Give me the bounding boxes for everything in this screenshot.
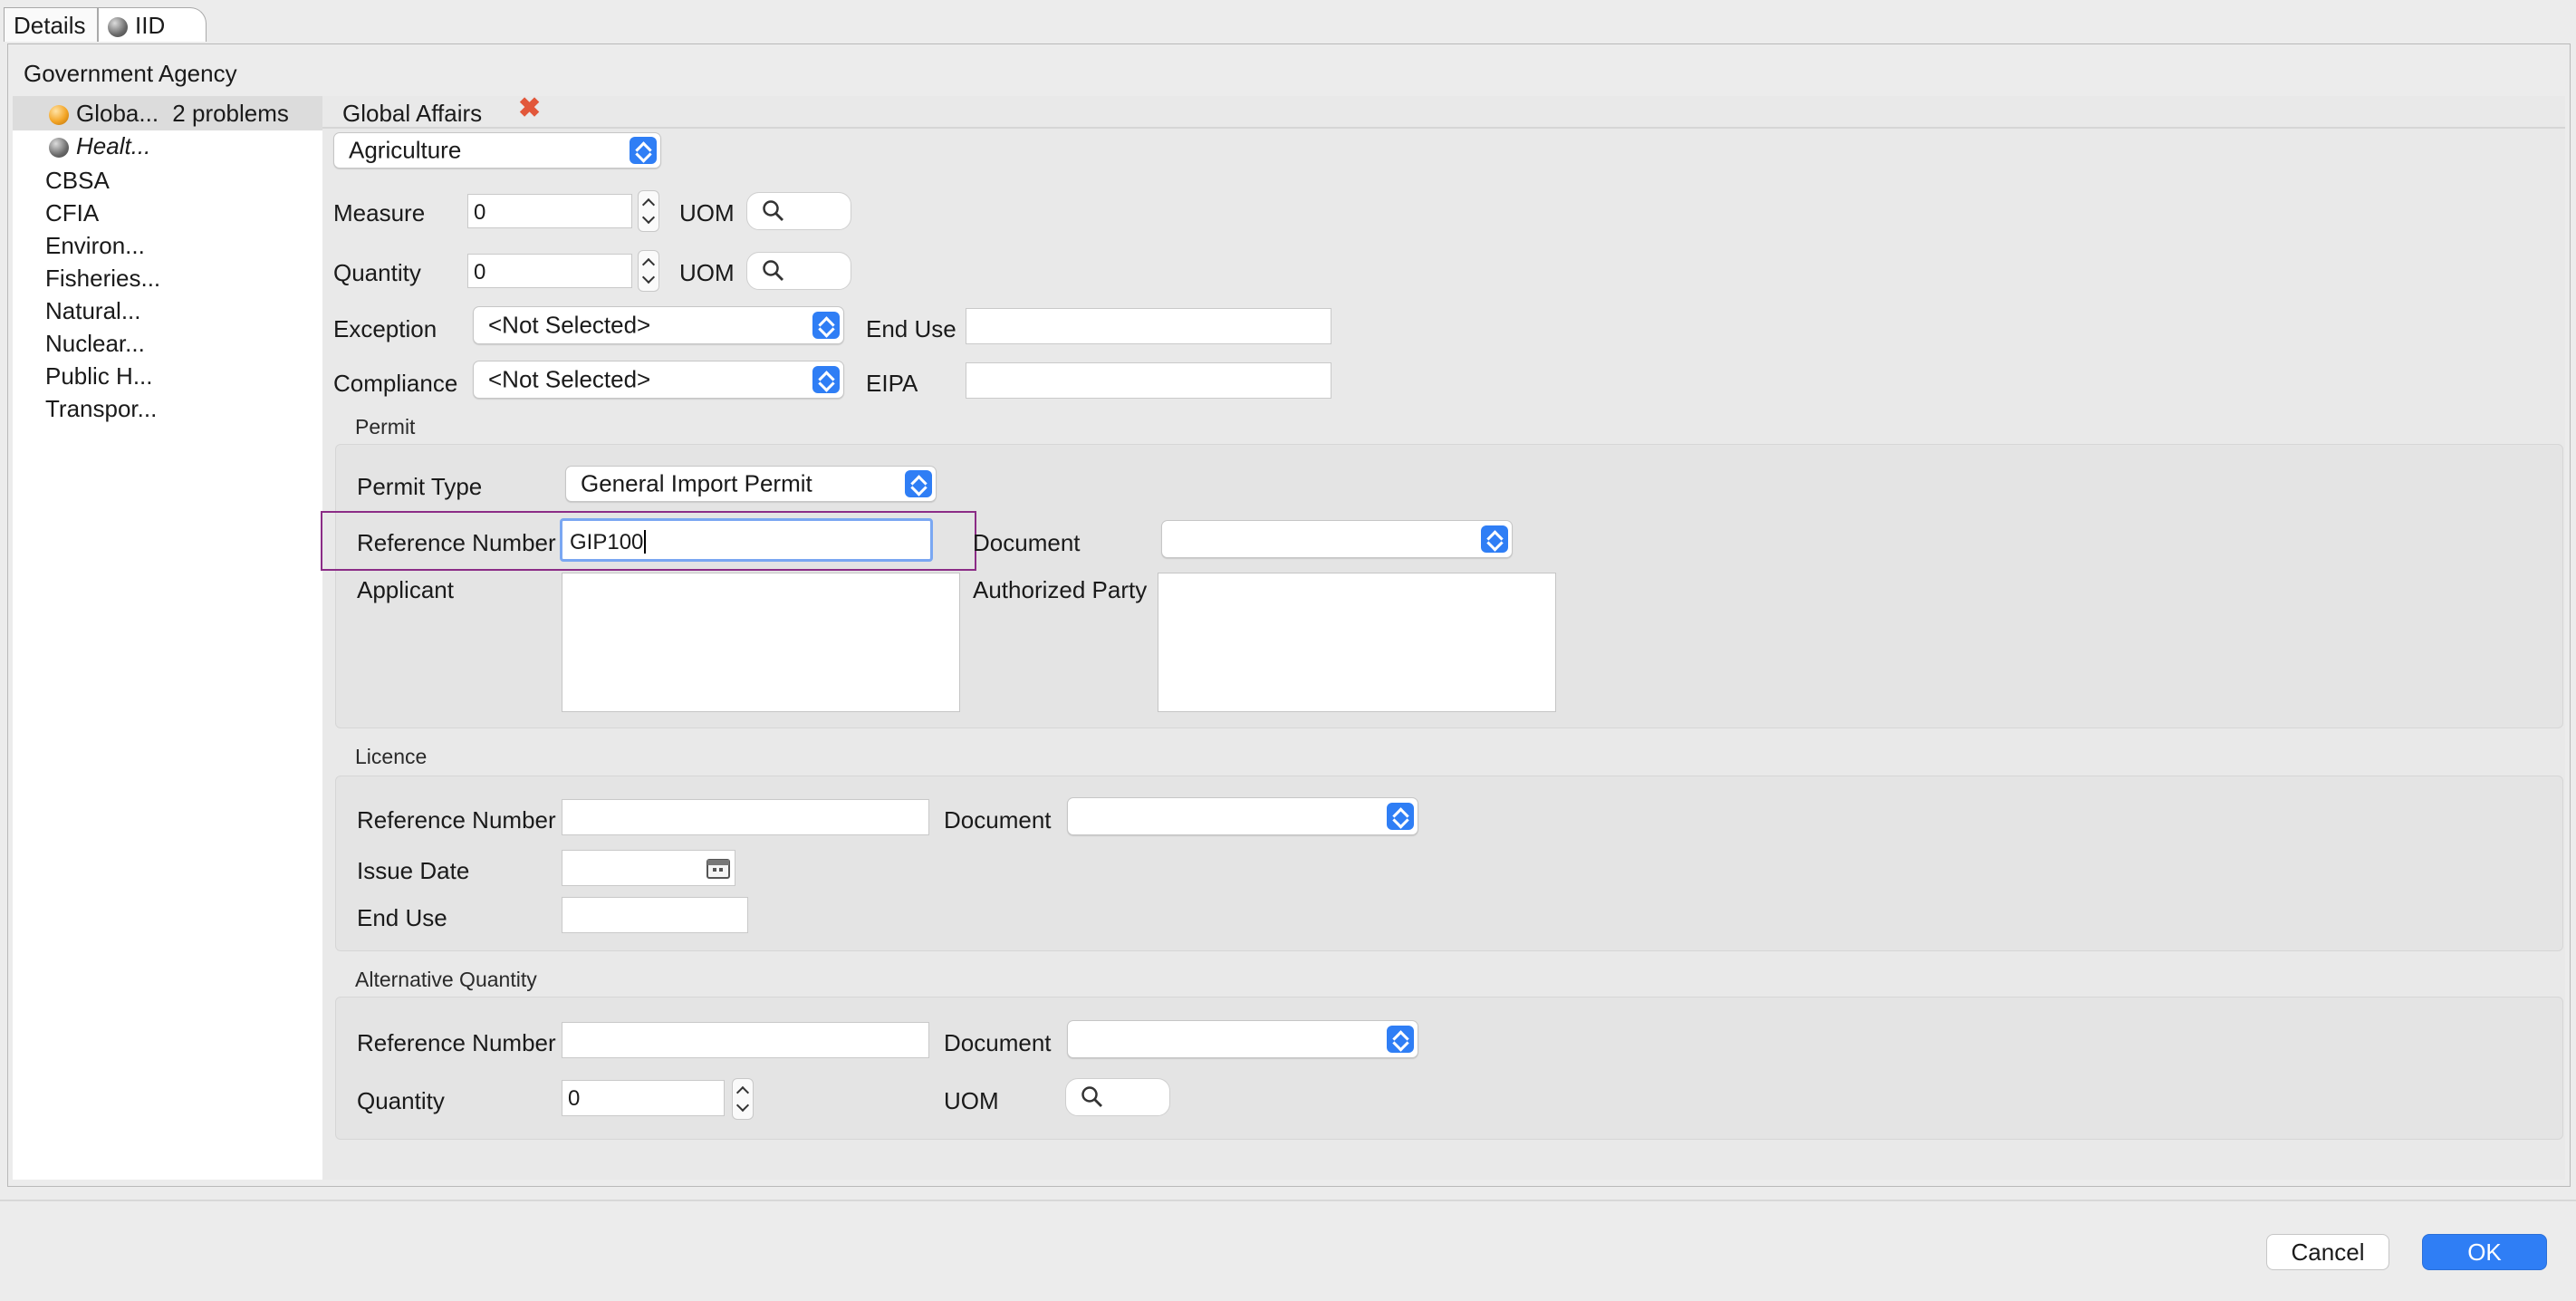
quantity-label: Quantity bbox=[333, 259, 421, 286]
authorized-party-label: Authorized Party bbox=[973, 576, 1148, 603]
permit-type-value: General Import Permit bbox=[581, 469, 812, 497]
compliance-select[interactable]: <Not Selected> bbox=[473, 361, 844, 399]
applicant-textarea[interactable] bbox=[562, 573, 960, 712]
compliance-select-value: <Not Selected> bbox=[488, 365, 651, 393]
alt-quantity-group-label: Alternative Quantity bbox=[355, 968, 537, 991]
title-divider bbox=[322, 127, 2565, 129]
measure-uom-search[interactable] bbox=[746, 192, 851, 230]
gem-icon bbox=[108, 17, 128, 38]
sidebar-item-fisheries[interactable]: Fisheries... bbox=[45, 265, 160, 293]
tab-details-label: Details bbox=[14, 12, 86, 39]
page-title: Global Affairs bbox=[342, 100, 483, 127]
sidebar-item-label: Healt... bbox=[76, 132, 151, 159]
licence-document-select[interactable] bbox=[1067, 797, 1418, 835]
tab-bar: Details IID bbox=[0, 0, 2576, 43]
chevron-updown-icon bbox=[812, 312, 840, 339]
exception-select[interactable]: <Not Selected> bbox=[473, 306, 844, 344]
chevron-updown-icon bbox=[630, 137, 657, 164]
licence-end-use-field[interactable] bbox=[562, 897, 748, 933]
licence-document-label: Document bbox=[944, 806, 1052, 834]
permit-group-label: Permit bbox=[355, 415, 416, 438]
permit-type-select[interactable]: General Import Permit bbox=[565, 466, 937, 502]
alt-uom-search[interactable] bbox=[1065, 1078, 1170, 1116]
sidebar-item-public-health[interactable]: Public H... bbox=[45, 362, 153, 390]
permit-reference-field[interactable]: GIP100 bbox=[560, 518, 933, 562]
sidebar-item-transport[interactable]: Transpor... bbox=[45, 395, 157, 423]
end-use-field[interactable] bbox=[966, 308, 1331, 344]
alt-quantity-label: Quantity bbox=[357, 1087, 445, 1114]
ok-button[interactable]: OK bbox=[2422, 1234, 2547, 1270]
alt-reference-field[interactable] bbox=[562, 1022, 929, 1058]
tab-iid[interactable]: IID bbox=[98, 7, 207, 42]
footer-divider bbox=[0, 1200, 2576, 1201]
licence-group-label: Licence bbox=[355, 745, 428, 768]
close-x-icon[interactable]: ✖ bbox=[518, 92, 541, 124]
exception-select-value: <Not Selected> bbox=[488, 311, 651, 339]
compliance-label: Compliance bbox=[333, 370, 458, 397]
chevron-updown-icon bbox=[1387, 803, 1414, 830]
authorized-party-textarea[interactable] bbox=[1158, 573, 1556, 712]
alt-quantity-group bbox=[335, 997, 2563, 1140]
issue-date-label: Issue Date bbox=[357, 857, 470, 884]
sidebar-item-cfia[interactable]: CFIA bbox=[45, 199, 99, 227]
tab-details[interactable]: Details bbox=[4, 7, 98, 42]
alt-reference-label: Reference Number bbox=[357, 1029, 556, 1056]
calendar-icon[interactable] bbox=[706, 857, 730, 879]
gem-icon bbox=[49, 138, 69, 159]
tab-iid-label: IID bbox=[135, 12, 166, 39]
category-select-value: Agriculture bbox=[349, 136, 462, 164]
permit-document-select[interactable] bbox=[1161, 520, 1513, 558]
eipa-label: EIPA bbox=[866, 370, 918, 397]
alt-document-label: Document bbox=[944, 1029, 1052, 1056]
measure-uom-label: UOM bbox=[679, 199, 735, 226]
permit-reference-value: GIP100 bbox=[570, 530, 644, 554]
sidebar-item-global-affairs[interactable]: Globa... 2 problems bbox=[49, 100, 289, 128]
warning-gem-icon bbox=[49, 105, 69, 126]
text-caret bbox=[644, 530, 646, 554]
chevron-updown-icon bbox=[1481, 525, 1508, 553]
sidebar-item-nuclear[interactable]: Nuclear... bbox=[45, 330, 145, 358]
eipa-field[interactable] bbox=[966, 362, 1331, 399]
alt-uom-label: UOM bbox=[944, 1087, 999, 1114]
cancel-button[interactable]: Cancel bbox=[2266, 1234, 2389, 1270]
chevron-updown-icon bbox=[905, 470, 932, 497]
permit-type-label: Permit Type bbox=[357, 473, 483, 500]
quantity-uom-search[interactable] bbox=[746, 252, 851, 290]
category-select[interactable]: Agriculture bbox=[333, 132, 661, 169]
sidebar-heading: Government Agency bbox=[24, 60, 237, 87]
applicant-label: Applicant bbox=[357, 576, 454, 603]
quantity-field[interactable]: 0 bbox=[467, 254, 632, 288]
measure-field[interactable]: 0 bbox=[467, 194, 632, 228]
search-icon bbox=[1081, 1086, 1102, 1107]
alt-quantity-stepper[interactable] bbox=[732, 1078, 754, 1120]
sidebar-item-label: Globa... bbox=[76, 100, 159, 127]
permit-reference-label: Reference Number bbox=[357, 529, 556, 556]
licence-reference-field[interactable] bbox=[562, 799, 929, 835]
alt-document-select[interactable] bbox=[1067, 1020, 1418, 1058]
search-icon bbox=[763, 200, 783, 221]
permit-document-label: Document bbox=[973, 529, 1081, 556]
sidebar-item-health[interactable]: Healt... bbox=[49, 132, 150, 160]
sidebar-item-cbsa[interactable]: CBSA bbox=[45, 167, 110, 195]
quantity-uom-label: UOM bbox=[679, 259, 735, 286]
sidebar-item-environment[interactable]: Environ... bbox=[45, 232, 145, 260]
measure-stepper[interactable] bbox=[638, 190, 659, 232]
licence-end-use-label: End Use bbox=[357, 904, 447, 931]
licence-reference-label: Reference Number bbox=[357, 806, 556, 834]
measure-label: Measure bbox=[333, 199, 426, 226]
end-use-label: End Use bbox=[866, 315, 956, 342]
problems-badge: 2 problems bbox=[172, 100, 289, 127]
sidebar-item-natural[interactable]: Natural... bbox=[45, 297, 141, 325]
quantity-stepper[interactable] bbox=[638, 250, 659, 292]
chevron-updown-icon bbox=[1387, 1026, 1414, 1053]
chevron-updown-icon bbox=[812, 366, 840, 393]
alt-quantity-field[interactable]: 0 bbox=[562, 1080, 725, 1116]
exception-label: Exception bbox=[333, 315, 437, 342]
search-icon bbox=[763, 260, 783, 281]
